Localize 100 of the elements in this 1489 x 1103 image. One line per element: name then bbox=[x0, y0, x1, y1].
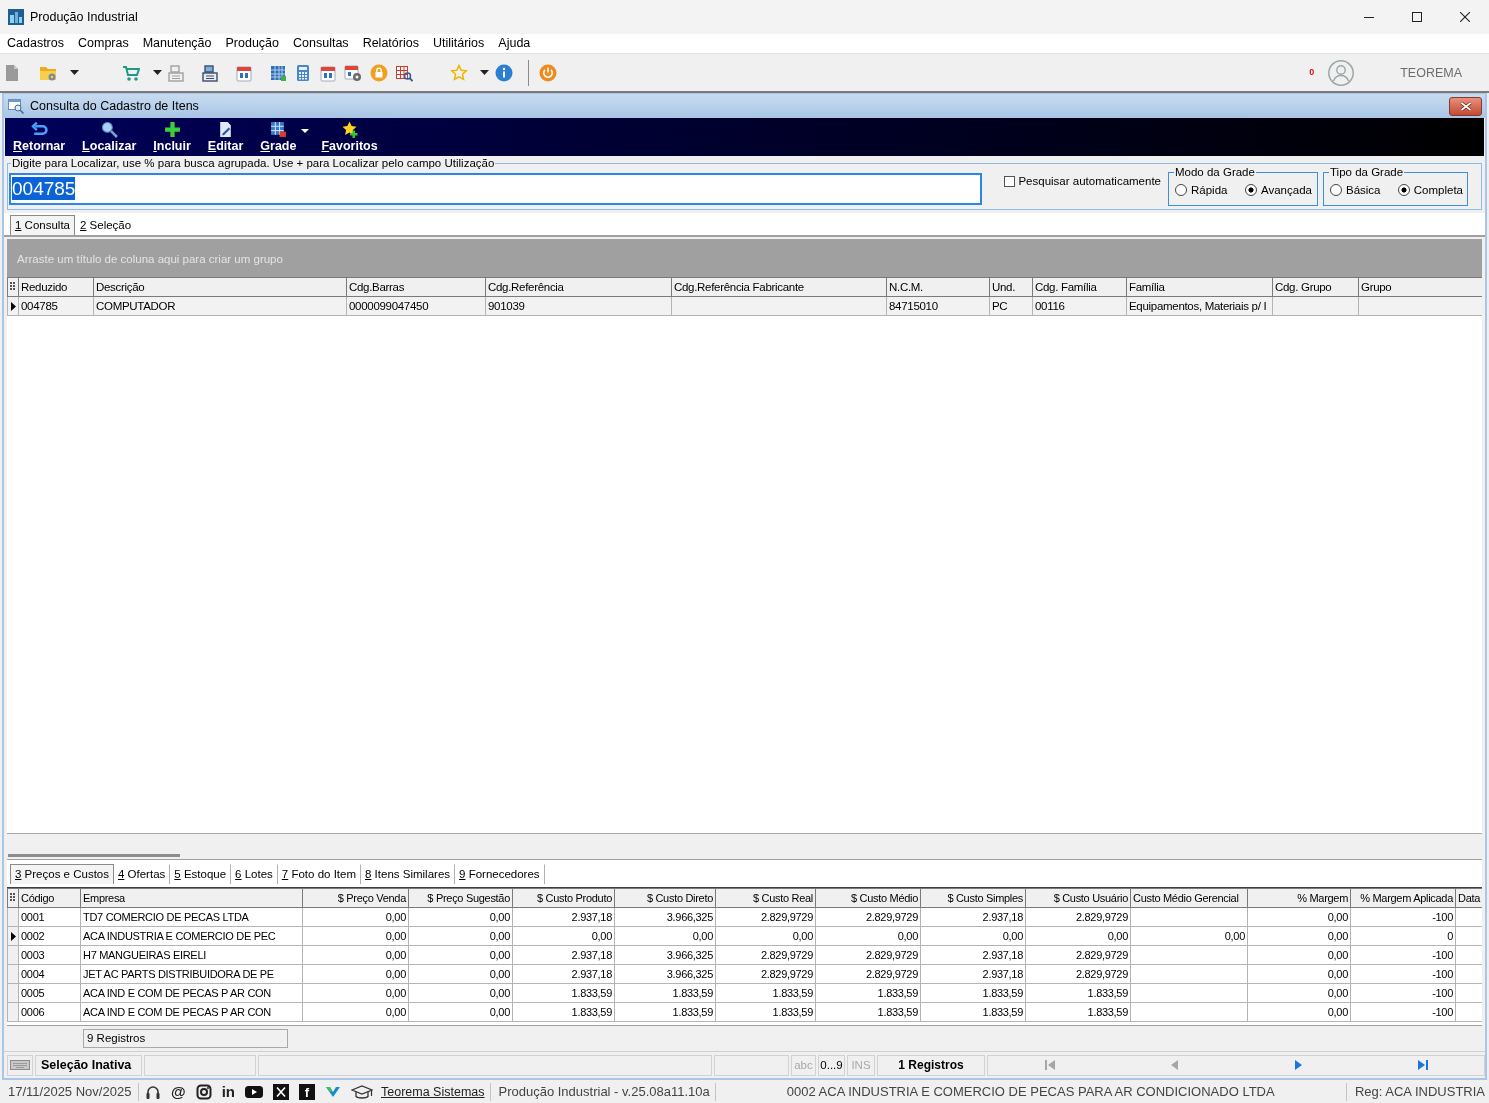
calendar-icon[interactable] bbox=[235, 63, 253, 82]
scrollbar-thumb[interactable] bbox=[8, 854, 180, 857]
camera-icon[interactable] bbox=[195, 1083, 212, 1100]
column-header[interactable]: Descrição bbox=[93, 277, 347, 297]
tab[interactable]: 8 Itens Similares bbox=[361, 864, 456, 884]
user-name[interactable]: TEOREMA bbox=[1400, 65, 1462, 80]
window-title: Produção Industrial bbox=[30, 10, 138, 24]
table-cell: 0,00 bbox=[1247, 926, 1351, 946]
column-header[interactable]: Grupo bbox=[1358, 277, 1482, 297]
window-search-icon bbox=[8, 98, 24, 114]
table-cell: 0,00 bbox=[408, 1002, 513, 1022]
company-label: 0002 ACA INDUSTRIA E COMERCIO DE PECAS PARA AR CONDICIONADO LTDA bbox=[715, 1082, 1347, 1101]
column-header[interactable]: Empresa bbox=[80, 888, 303, 908]
tab[interactable]: 6 Lotes bbox=[231, 864, 278, 884]
menu-item[interactable]: Relatórios bbox=[355, 35, 426, 52]
column-header[interactable]: Und. bbox=[989, 277, 1033, 297]
column-header[interactable]: Cdg. Família bbox=[1032, 277, 1127, 297]
column-header[interactable]: Cdg.Referência bbox=[485, 277, 672, 297]
tab[interactable]: 7 Foto do Item bbox=[277, 864, 361, 884]
column-header[interactable]: $ Custo Real bbox=[715, 888, 816, 908]
column-header[interactable]: Cdg.Barras bbox=[346, 277, 486, 297]
radio-option[interactable]: Rápida bbox=[1175, 183, 1245, 196]
favorites-button[interactable]: Favoritos bbox=[315, 119, 384, 155]
tab[interactable]: 1 Consulta bbox=[10, 215, 75, 235]
column-header[interactable]: Data bbox=[1455, 888, 1482, 908]
auto-search-checkbox[interactable]: Pesquisar automaticamente bbox=[1004, 175, 1161, 187]
radio-option[interactable]: Básica bbox=[1330, 183, 1398, 196]
column-chooser-icon[interactable] bbox=[10, 282, 16, 292]
tab[interactable]: 9 Fornecedores bbox=[455, 864, 545, 884]
column-header[interactable]: % Margem bbox=[1247, 888, 1351, 908]
column-header[interactable]: $ Custo Simples bbox=[920, 888, 1026, 908]
column-header[interactable]: Cdg.Referência Fabricante bbox=[671, 277, 887, 297]
tab[interactable]: 5 Estoque bbox=[170, 864, 232, 884]
column-header[interactable]: $ Custo Direto bbox=[614, 888, 716, 908]
radio-button[interactable] bbox=[1175, 183, 1187, 196]
caret-icon[interactable] bbox=[480, 70, 489, 75]
column-header[interactable]: Reduzido bbox=[18, 277, 94, 297]
column-header[interactable]: Cdg. Grupo bbox=[1272, 277, 1359, 297]
radio-option[interactable]: Avançada bbox=[1245, 183, 1312, 196]
menu-item[interactable]: Manutenção bbox=[135, 35, 219, 52]
graduation-cap-icon[interactable] bbox=[351, 1083, 373, 1100]
column-header[interactable]: $ Custo Usuário bbox=[1025, 888, 1131, 908]
caret-icon[interactable] bbox=[70, 70, 79, 75]
row-indicator[interactable] bbox=[7, 926, 19, 946]
tab[interactable]: 2 Seleção bbox=[75, 215, 137, 235]
social-link[interactable]: f bbox=[299, 1083, 315, 1100]
column-header[interactable]: $ Custo Produto bbox=[512, 888, 615, 908]
grid-search-icon[interactable] bbox=[395, 63, 413, 82]
menu-item[interactable]: Produção bbox=[218, 35, 287, 52]
calendar-grid-icon[interactable] bbox=[269, 63, 287, 82]
social-link[interactable]: in bbox=[221, 1083, 235, 1100]
checkbox-square[interactable] bbox=[1004, 175, 1016, 187]
dropdown-caret-icon[interactable] bbox=[301, 129, 310, 133]
cart-icon[interactable] bbox=[122, 63, 140, 82]
radio-option[interactable]: Completa bbox=[1397, 183, 1463, 196]
add-button[interactable]: Incluir bbox=[147, 119, 197, 155]
radio-button[interactable] bbox=[1397, 183, 1410, 196]
cross-tile-icon[interactable] bbox=[273, 1083, 289, 1100]
edit-button[interactable]: Editar bbox=[201, 119, 250, 155]
column-header[interactable]: % Margem Aplicada bbox=[1350, 888, 1456, 908]
horizontal-scrollbar[interactable] bbox=[7, 833, 1482, 859]
radio-button[interactable] bbox=[1330, 183, 1342, 196]
row-pointer-icon bbox=[10, 301, 16, 311]
calculator-icon[interactable] bbox=[294, 63, 312, 82]
menu-item[interactable]: Cadastros bbox=[0, 35, 71, 52]
menu-item[interactable]: Utilitários bbox=[425, 35, 492, 52]
close-button[interactable] bbox=[1449, 96, 1482, 116]
star-icon[interactable] bbox=[450, 63, 468, 82]
column-header[interactable]: $ Preço Venda bbox=[302, 888, 409, 908]
table-cell: 2.829,9729 bbox=[815, 907, 921, 927]
menu-item[interactable]: Consultas bbox=[286, 35, 356, 52]
calendar-gear-icon[interactable] bbox=[344, 63, 362, 82]
column-header[interactable]: N.C.M. bbox=[886, 277, 990, 297]
tab[interactable]: 3 Preços e Custos bbox=[10, 864, 114, 884]
play-icon[interactable] bbox=[245, 1085, 263, 1098]
search-field[interactable]: 004785 bbox=[9, 172, 983, 205]
info-icon[interactable] bbox=[495, 63, 513, 82]
row-indicator[interactable] bbox=[7, 296, 19, 316]
column-header[interactable]: $ Custo Médio bbox=[815, 888, 921, 908]
column-header[interactable]: Custo Médio Gerencial bbox=[1130, 888, 1248, 908]
menu-item[interactable]: Ajuda bbox=[491, 35, 538, 52]
return-button[interactable]: Retornar bbox=[7, 119, 72, 155]
column-header[interactable]: Código bbox=[18, 888, 81, 908]
headset-icon[interactable] bbox=[145, 1083, 161, 1100]
cash-register-icon[interactable] bbox=[201, 63, 219, 82]
menu-item[interactable]: Compras bbox=[71, 35, 136, 52]
search-button[interactable]: Localizar bbox=[76, 119, 143, 155]
website-link[interactable]: Teorema Sistemas bbox=[381, 1084, 485, 1099]
radio-button[interactable] bbox=[1245, 183, 1257, 196]
grid-button[interactable]: Grade bbox=[254, 119, 303, 155]
calendar-icon[interactable] bbox=[319, 63, 337, 82]
caret-icon[interactable] bbox=[153, 70, 162, 75]
tab[interactable]: 4 Ofertas bbox=[114, 864, 171, 884]
table-cell: 0,00 bbox=[614, 926, 716, 946]
column-chooser-icon[interactable] bbox=[10, 893, 16, 903]
table-cell: 0,00 bbox=[1130, 926, 1248, 946]
table-cell: 2.829,9729 bbox=[715, 945, 816, 965]
social-link[interactable]: @ bbox=[171, 1083, 186, 1100]
column-header[interactable]: $ Preço Sugestão bbox=[408, 888, 513, 908]
column-header[interactable]: Família bbox=[1126, 277, 1273, 297]
